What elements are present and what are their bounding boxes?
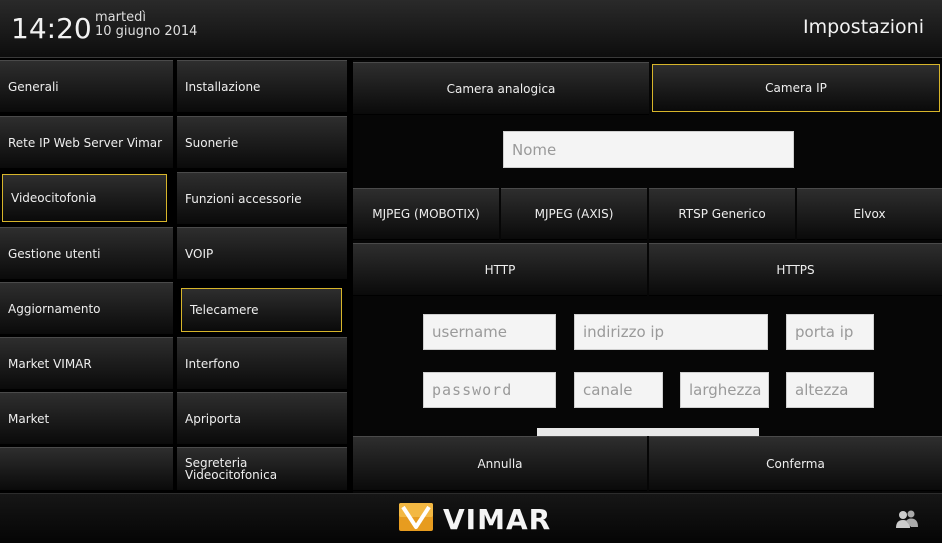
height-field[interactable]: altezza bbox=[786, 372, 874, 408]
submenu-item-installazione[interactable]: Installazione bbox=[177, 60, 347, 113]
submenu-item-label: Apriporta bbox=[185, 411, 242, 426]
users-icon[interactable] bbox=[895, 509, 919, 529]
submenu-item-interfono[interactable]: Interfono bbox=[177, 337, 347, 390]
name-placeholder: Nome bbox=[512, 140, 557, 159]
protocol-label: HTTP bbox=[484, 262, 516, 277]
codec-mjpeg-mobotix-button[interactable]: MJPEG (MOBOTIX) bbox=[353, 188, 499, 240]
protocol-https-button[interactable]: HTTPS bbox=[649, 243, 942, 296]
codec-label: MJPEG (MOBOTIX) bbox=[372, 207, 480, 221]
submenu-item-segreteria[interactable]: Segreteria Videocitofonica bbox=[177, 447, 347, 491]
name-field[interactable]: Nome bbox=[503, 131, 794, 168]
submenu-item-label: Telecamere bbox=[190, 303, 259, 317]
brand-name: VIMAR bbox=[443, 503, 552, 536]
menu-item-empty bbox=[0, 447, 173, 491]
submenu-item-label: Suonerie bbox=[185, 135, 239, 150]
confirm-label: Conferma bbox=[766, 456, 825, 471]
submenu-item-telecamere[interactable]: Telecamere bbox=[181, 288, 342, 332]
submenu-item-label: Segreteria Videocitofonica bbox=[185, 456, 278, 482]
submenu-item-funzioni-accessorie[interactable]: Funzioni accessorie bbox=[177, 172, 347, 225]
username-placeholder: username bbox=[432, 323, 507, 341]
submenu-item-suonerie[interactable]: Suonerie bbox=[177, 116, 347, 169]
date: 10 giugno 2014 bbox=[95, 24, 198, 39]
tab-camera-ip[interactable]: Camera IP bbox=[652, 64, 940, 112]
ip-address-field[interactable]: indirizzo ip bbox=[574, 314, 768, 350]
confirm-button[interactable]: Conferma bbox=[649, 436, 942, 491]
menu-item-generali[interactable]: Generali bbox=[0, 60, 173, 113]
password-field[interactable]: password bbox=[423, 372, 556, 408]
password-placeholder: password bbox=[432, 381, 513, 399]
submenu-item-label: Installazione bbox=[185, 79, 261, 94]
menu-item-label: Rete IP Web Server Vimar bbox=[8, 135, 163, 150]
tab-label: Camera analogica bbox=[446, 81, 556, 96]
clock-time: 14:20 bbox=[11, 12, 92, 45]
menu-item-label: Videocitofonia bbox=[11, 191, 97, 205]
codec-label: RTSP Generico bbox=[678, 207, 766, 221]
vimar-logo-icon bbox=[399, 503, 433, 531]
channel-field[interactable]: canale bbox=[574, 372, 663, 408]
partially-hidden-field[interactable] bbox=[537, 428, 759, 436]
menu-item-market-vimar[interactable]: Market VIMAR bbox=[0, 337, 173, 390]
protocol-label: HTTPS bbox=[776, 262, 815, 277]
ip-address-placeholder: indirizzo ip bbox=[583, 323, 665, 341]
codec-label: MJPEG (AXIS) bbox=[534, 207, 614, 221]
submenu-item-label: VOIP bbox=[185, 246, 214, 261]
height-placeholder: altezza bbox=[795, 381, 849, 399]
menu-item-label: Market bbox=[8, 411, 50, 426]
menu-item-label: Gestione utenti bbox=[8, 246, 101, 261]
submenu-item-apriporta[interactable]: Apriporta bbox=[177, 392, 347, 445]
tab-label: Camera IP bbox=[765, 81, 827, 95]
codec-elvox-button[interactable]: Elvox bbox=[797, 188, 942, 240]
menu-item-videocitofonia[interactable]: Videocitofonia bbox=[2, 174, 167, 222]
page-title: Impostazioni bbox=[803, 16, 924, 38]
tab-camera-analogica[interactable]: Camera analogica bbox=[353, 62, 649, 115]
cancel-label: Annulla bbox=[477, 456, 523, 471]
ip-port-field[interactable]: porta ip bbox=[786, 314, 874, 350]
width-field[interactable]: larghezza bbox=[680, 372, 769, 408]
codec-mjpeg-axis-button[interactable]: MJPEG (AXIS) bbox=[501, 188, 647, 240]
menu-item-label: Aggiornamento bbox=[8, 301, 101, 316]
submenu-item-label: Interfono bbox=[185, 356, 240, 371]
submenu-item-label: Funzioni accessorie bbox=[185, 191, 302, 206]
menu-item-rete-ip[interactable]: Rete IP Web Server Vimar bbox=[0, 116, 173, 169]
submenu-item-voip[interactable]: VOIP bbox=[177, 227, 347, 280]
protocol-http-button[interactable]: HTTP bbox=[353, 243, 647, 296]
cancel-button[interactable]: Annulla bbox=[353, 436, 647, 491]
codec-label: Elvox bbox=[853, 207, 886, 221]
menu-item-label: Market VIMAR bbox=[8, 356, 92, 371]
channel-placeholder: canale bbox=[583, 381, 633, 399]
codec-rtsp-generico-button[interactable]: RTSP Generico bbox=[649, 188, 795, 240]
menu-item-market[interactable]: Market bbox=[0, 392, 173, 445]
menu-item-gestione-utenti[interactable]: Gestione utenti bbox=[0, 227, 173, 280]
menu-item-aggiornamento[interactable]: Aggiornamento bbox=[0, 282, 173, 335]
day-of-week: martedì bbox=[95, 10, 146, 25]
width-placeholder: larghezza bbox=[689, 381, 762, 399]
menu-item-label: Generali bbox=[8, 79, 59, 94]
ip-port-placeholder: porta ip bbox=[795, 323, 854, 341]
username-field[interactable]: username bbox=[423, 314, 556, 350]
